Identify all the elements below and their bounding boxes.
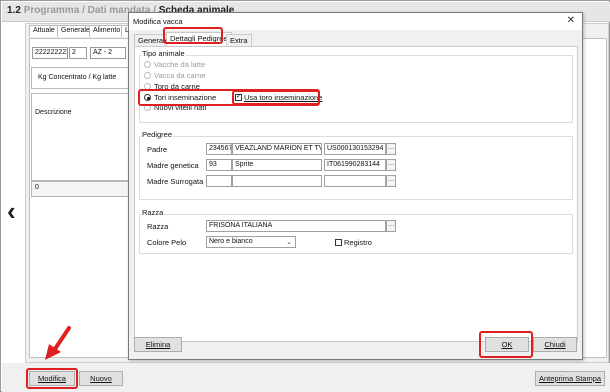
- bg-zero-row: [31, 181, 131, 197]
- tipo-animale-title: Tipo animale: [141, 49, 186, 58]
- madre-surrogata-name-field[interactable]: [232, 175, 322, 187]
- bg-zero-value: 0: [35, 184, 39, 191]
- madre-surrogata-code-field[interactable]: [206, 175, 232, 187]
- checkbox-checked-icon: [235, 92, 242, 101]
- anteprima-button-label: Anteprima Stampa: [538, 374, 602, 383]
- radio-icon: [144, 83, 151, 90]
- padre-label: Padre: [147, 145, 168, 154]
- razza-lookup-button[interactable]: …: [386, 220, 396, 232]
- ok-button-label: OK: [501, 340, 513, 349]
- bg-tab-alimento[interactable]: Alimento: [89, 25, 125, 37]
- colore-pelo-value: Nero e bianco: [209, 238, 253, 245]
- madre-genetica-label: Madre genetica: [147, 161, 199, 170]
- radio-nuovi-vitelli-label: Nuovi vitelli nati: [154, 103, 207, 112]
- radio-vacca-carne[interactable]: Vacca da carne: [144, 71, 206, 80]
- registro-checkbox[interactable]: Registro: [335, 238, 372, 247]
- usa-toro-label: Usa toro inseminazione: [244, 93, 323, 102]
- app-window: 1.2 Programma / Dati mandata / Scheda an…: [0, 0, 610, 392]
- dialog-titlebar: Modifica vacca ✕: [129, 13, 582, 30]
- radio-toro-carne[interactable]: Toro da carne: [144, 82, 200, 91]
- padre-name-field[interactable]: VEAZLAND MARION ET TV TL: [232, 143, 322, 155]
- chiudi-button[interactable]: Chiudi: [533, 337, 577, 352]
- razza-field[interactable]: FRISONA ITALIANA: [206, 220, 386, 232]
- bg-tab-attuale[interactable]: Attuale: [29, 25, 59, 37]
- tab-dettagli-pedigree[interactable]: Dettagli Pedigree: [166, 32, 232, 46]
- radio-nuovi-vitelli[interactable]: Nuovi vitelli nati: [144, 103, 206, 112]
- radio-icon: [144, 104, 151, 111]
- bg-num-field[interactable]: 2: [69, 47, 87, 59]
- bg-id-field[interactable]: 222222222: [32, 47, 68, 59]
- radio-selected-icon: [144, 94, 151, 101]
- chevron-left-icon[interactable]: ‹: [7, 198, 16, 224]
- nuovo-button[interactable]: Nuovo: [79, 371, 123, 386]
- madre-surrogata-id-field[interactable]: [324, 175, 386, 187]
- breadcrumb-item-programma[interactable]: Programma: [24, 5, 80, 16]
- radio-toro-carne-label: Toro da carne: [154, 82, 200, 91]
- radio-tori-inseminazione-label: Tori inseminazione: [154, 93, 217, 102]
- padre-id-field[interactable]: US000130153294: [324, 143, 386, 155]
- radio-icon: [144, 61, 151, 68]
- bg-code-field[interactable]: AZ - 2: [90, 47, 126, 59]
- bg-kg-label: Kg Concentrato / Kg latte: [38, 74, 117, 81]
- colore-pelo-label: Colore Pelo: [147, 238, 187, 247]
- breadcrumb-number: 1.2: [7, 5, 21, 16]
- tab-extra[interactable]: Extra: [226, 34, 252, 46]
- razza-title: Razza: [141, 208, 165, 217]
- madre-surrogata-lookup-button[interactable]: …: [386, 175, 396, 187]
- bg-description-box[interactable]: [31, 93, 131, 181]
- pedigree-title: Pedigree: [141, 130, 174, 139]
- modifica-button[interactable]: Modifica: [29, 371, 75, 386]
- elimina-button[interactable]: Elimina: [134, 337, 182, 352]
- usa-toro-checkbox[interactable]: Usa toro inseminazione: [235, 92, 323, 102]
- dialog-title: Modifica vacca: [133, 17, 183, 26]
- madre-genetica-name-field[interactable]: Sprite: [232, 159, 322, 171]
- bg-description-label: Descrizione: [35, 109, 72, 116]
- madre-genetica-id-field[interactable]: IT061990283144: [324, 159, 386, 171]
- madre-genetica-lookup-button[interactable]: …: [386, 159, 396, 171]
- madre-genetica-code-field[interactable]: 93: [206, 159, 232, 171]
- registro-label: Registro: [344, 238, 372, 247]
- red-arrow-icon: [45, 326, 71, 360]
- dialog-body: Tipo animale Vacche da latte Vacca da ca…: [134, 46, 578, 342]
- colore-pelo-select[interactable]: Nero e bianco ⌄: [206, 236, 296, 248]
- razza-label: Razza: [147, 222, 169, 231]
- padre-lookup-button[interactable]: …: [386, 143, 396, 155]
- close-icon[interactable]: ✕: [567, 15, 575, 26]
- ok-button[interactable]: OK: [485, 337, 529, 352]
- modifica-button-label: Modifica: [38, 374, 66, 383]
- chiudi-button-label: Chiudi: [544, 340, 566, 349]
- madre-surrogata-label: Madre Surrogata: [147, 177, 204, 186]
- radio-vacche-latte[interactable]: Vacche da latte: [144, 60, 205, 69]
- checkbox-icon: [335, 239, 342, 246]
- anteprima-stampa-button[interactable]: Anteprima Stampa: [535, 371, 605, 386]
- nuovo-button-label: Nuovo: [90, 374, 112, 383]
- chevron-down-icon: ⌄: [286, 239, 292, 246]
- padre-code-field[interactable]: 234567: [206, 143, 232, 155]
- radio-vacche-latte-label: Vacche da latte: [154, 60, 206, 69]
- radio-tori-inseminazione[interactable]: Tori inseminazione: [144, 93, 216, 102]
- elimina-button-label: Elimina: [145, 340, 171, 349]
- radio-vacca-carne-label: Vacca da carne: [154, 71, 206, 80]
- radio-icon: [144, 72, 151, 79]
- modifica-vacca-dialog: Modifica vacca ✕ Generale Dettagli Pedig…: [128, 12, 583, 360]
